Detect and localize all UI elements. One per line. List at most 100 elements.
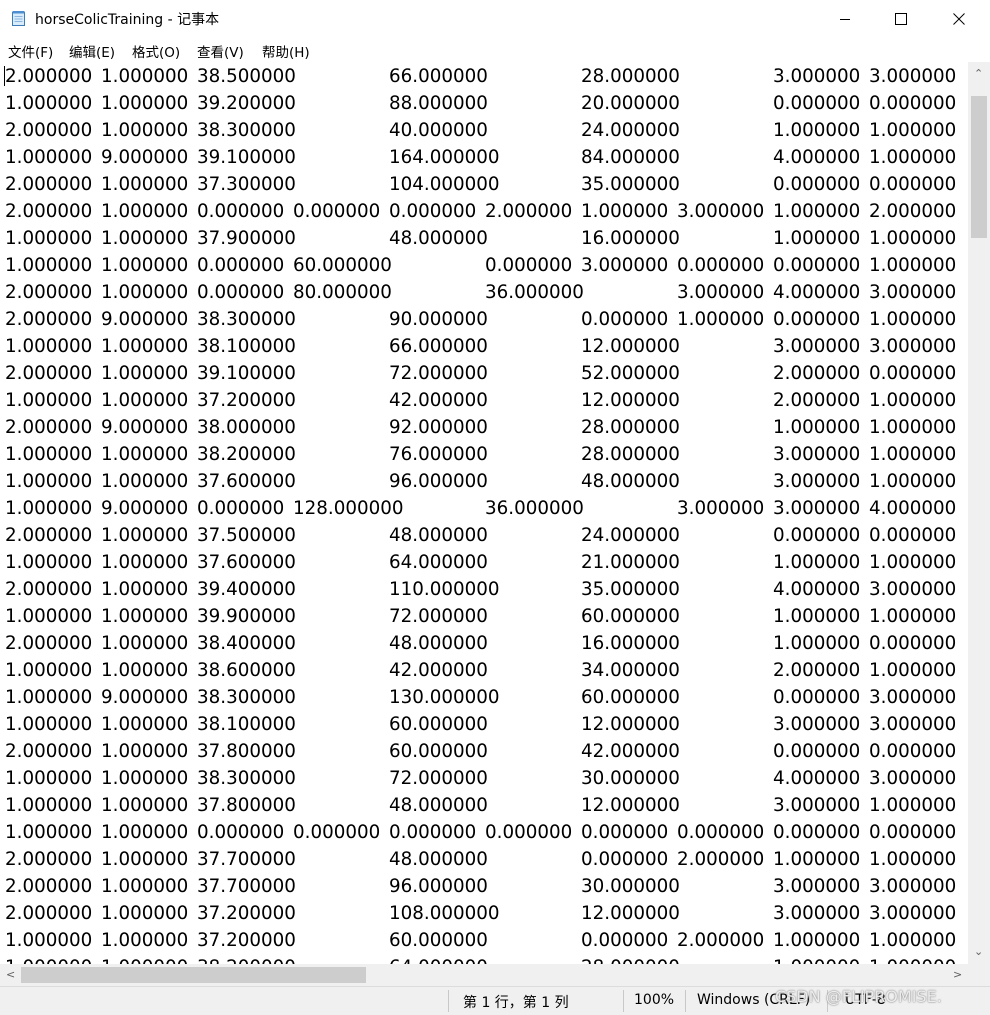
text-value: 0.000000 — [197, 282, 285, 303]
text-value: 1.000000 — [101, 471, 189, 492]
text-value: 39.400000 — [197, 579, 296, 600]
menu-format[interactable]: 格式(O) — [132, 41, 180, 61]
text-value: 12.000000 — [581, 336, 680, 357]
text-value: 1.000000 — [773, 228, 861, 249]
text-value: 12.000000 — [581, 390, 680, 411]
text-value: 24.000000 — [581, 120, 680, 141]
text-line: 2.000000 1.000000 37.500000 48.000000 24.000… — [0, 522, 968, 549]
text-value: 9.000000 — [101, 498, 189, 519]
menu-edit[interactable]: 编辑(E) — [69, 41, 115, 61]
text-value: 2.000000 — [5, 282, 93, 303]
text-value: 38.100000 — [197, 714, 296, 735]
text-value: 0.000000 — [485, 822, 573, 843]
text-value: 1.000000 — [101, 822, 189, 843]
text-value: 3.000000 — [869, 903, 957, 924]
text-line: 2.000000 9.000000 38.000000 92.000000 28.000… — [0, 414, 968, 441]
text-value: 37.600000 — [197, 552, 296, 573]
watermark-text: CSDN @FLIPROMISE. — [775, 987, 942, 1006]
text-value: 9.000000 — [101, 417, 189, 438]
text-value: 104.000000 — [389, 174, 500, 195]
text-value: 1.000000 — [677, 309, 765, 330]
text-value: 12.000000 — [581, 714, 680, 735]
text-value: 3.000000 — [869, 579, 957, 600]
text-value: 48.000000 — [389, 633, 488, 654]
scroll-left-arrow-icon[interactable]: < — [6, 969, 15, 980]
text-value: 96.000000 — [389, 876, 488, 897]
horizontal-scrollbar[interactable]: < > — [0, 964, 968, 986]
scroll-down-arrow-icon[interactable]: ⌄ — [974, 946, 983, 957]
menu-help[interactable]: 帮助(H) — [262, 41, 310, 61]
scroll-right-arrow-icon[interactable]: > — [953, 969, 962, 980]
text-value: 1.000000 — [869, 930, 957, 951]
text-value: 1.000000 — [5, 336, 93, 357]
text-value: 1.000000 — [869, 120, 957, 141]
text-value: 66.000000 — [389, 336, 488, 357]
text-line: 2.000000 1.000000 0.000000 80.000000 36.0000… — [0, 279, 968, 306]
text-value: 1.000000 — [5, 552, 93, 573]
text-value: 24.000000 — [581, 525, 680, 546]
text-line: 1.000000 1.000000 38.100000 60.000000 12.000… — [0, 711, 968, 738]
vertical-scrollbar[interactable]: ⌃ ⌄ — [968, 62, 990, 964]
text-value: 9.000000 — [101, 309, 189, 330]
text-value: 3.000000 — [773, 795, 861, 816]
maximize-button[interactable] — [872, 0, 930, 38]
horizontal-scroll-thumb[interactable] — [21, 967, 366, 983]
text-value: 130.000000 — [389, 687, 500, 708]
window-title: horseColicTraining - 记事本 — [35, 12, 220, 28]
text-value: 1.000000 — [101, 201, 189, 222]
text-value: 3.000000 — [677, 201, 765, 222]
text-value: 1.000000 — [869, 795, 957, 816]
text-value: 37.200000 — [197, 930, 296, 951]
text-value: 3.000000 — [773, 903, 861, 924]
text-editor[interactable]: 2.000000 1.000000 38.500000 66.000000 28.000… — [0, 62, 968, 964]
text-value: 1.000000 — [5, 93, 93, 114]
minimize-button[interactable] — [816, 0, 874, 38]
scroll-up-arrow-icon[interactable]: ⌃ — [974, 68, 983, 79]
text-value: 2.000000 — [5, 363, 93, 384]
text-value: 38.600000 — [197, 660, 296, 681]
close-icon — [953, 13, 965, 25]
text-value: 3.000000 — [869, 336, 957, 357]
text-value: 37.800000 — [197, 741, 296, 762]
text-value: 2.000000 — [5, 309, 93, 330]
text-value: 37.300000 — [197, 174, 296, 195]
text-value: 4.000000 — [773, 282, 861, 303]
text-value: 28.000000 — [581, 444, 680, 465]
text-value: 1.000000 — [5, 795, 93, 816]
text-value: 1.000000 — [5, 714, 93, 735]
text-value: 0.000000 — [773, 255, 861, 276]
text-value: 0.000000 — [869, 363, 957, 384]
text-value: 0.000000 — [773, 822, 861, 843]
text-value: 1.000000 — [869, 390, 957, 411]
text-value: 1.000000 — [5, 390, 93, 411]
text-value: 0.000000 — [869, 633, 957, 654]
menu-view[interactable]: 查看(V) — [197, 41, 244, 61]
text-line: 1.000000 1.000000 0.000000 60.000000 0.00000… — [0, 252, 968, 279]
text-line: 1.000000 1.000000 37.200000 60.000000 0.0000… — [0, 927, 968, 954]
text-line: 1.000000 1.000000 37.800000 48.000000 12.000… — [0, 792, 968, 819]
text-value: 0.000000 — [485, 255, 573, 276]
menu-file[interactable]: 文件(F) — [8, 41, 53, 61]
text-value: 3.000000 — [869, 282, 957, 303]
text-value: 1.000000 — [869, 417, 957, 438]
text-line: 1.000000 9.000000 39.100000 164.000000 84.00… — [0, 144, 968, 171]
close-button[interactable] — [930, 0, 988, 38]
text-value: 0.000000 — [677, 822, 765, 843]
text-value: 1.000000 — [773, 849, 861, 870]
text-value: 1.000000 — [773, 201, 861, 222]
text-line: 2.000000 1.000000 39.100000 72.000000 52.000… — [0, 360, 968, 387]
text-value: 72.000000 — [389, 606, 488, 627]
text-value: 2.000000 — [773, 660, 861, 681]
text-value: 0.000000 — [197, 498, 285, 519]
text-value: 0.000000 — [773, 687, 861, 708]
text-value: 88.000000 — [389, 93, 488, 114]
text-line: 1.000000 1.000000 37.200000 42.000000 12.000… — [0, 387, 968, 414]
text-line: 2.000000 1.000000 37.300000 104.000000 35.00… — [0, 171, 968, 198]
text-value: 36.000000 — [485, 498, 584, 519]
menu-bar: 文件(F) 编辑(E) 格式(O) 查看(V) 帮助(H) — [0, 38, 990, 62]
title-bar[interactable]: horseColicTraining - 记事本 — [0, 0, 990, 38]
text-value: 64.000000 — [389, 954, 488, 964]
text-value: 38.500000 — [197, 66, 296, 87]
vertical-scroll-thumb[interactable] — [971, 96, 987, 238]
text-value: 42.000000 — [389, 390, 488, 411]
